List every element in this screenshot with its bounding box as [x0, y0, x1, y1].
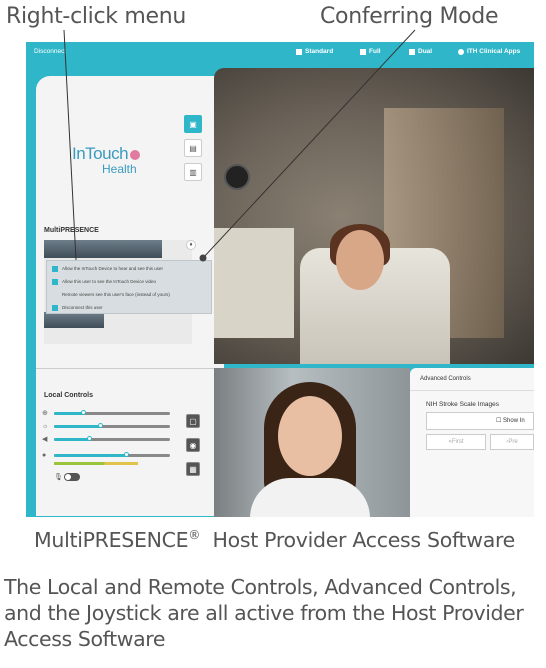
show-in-checkbox[interactable]: ☐ Show In	[496, 417, 525, 424]
checkbox-icon	[52, 278, 58, 285]
local-control-slider[interactable]: ☼	[42, 422, 170, 430]
full-icon	[360, 48, 366, 55]
mode-dual[interactable]: Dual	[409, 48, 432, 55]
participant-thumb[interactable]	[44, 312, 104, 328]
multipresence-label: MultiPRESENCE	[44, 227, 99, 234]
description: The Local and Remote Controls, Advanced …	[4, 575, 524, 651]
cloud-icon	[458, 48, 464, 55]
mode-clinical-apps[interactable]: ITH Clinical Apps	[458, 48, 520, 55]
checkbox-icon	[52, 304, 58, 311]
right-click-menu: Allow the InTouch Device to hear and see…	[46, 260, 212, 314]
camera-view-button[interactable]: ▣	[184, 115, 202, 133]
local-control-slider[interactable]: ●	[42, 451, 170, 459]
remote-video[interactable]	[214, 68, 534, 364]
previous-button[interactable]: ‹ Pre	[490, 434, 534, 450]
mode-full[interactable]: Full	[360, 48, 381, 55]
mic-toggle[interactable]	[64, 473, 80, 481]
camera-icon[interactable]: ◉	[186, 438, 200, 452]
screen-share-button[interactable]: ▤	[184, 139, 202, 157]
standard-icon	[296, 48, 302, 55]
divider	[36, 368, 214, 369]
checkbox-icon	[52, 292, 58, 298]
intouch-health-logo: InTouch Health	[72, 144, 141, 176]
menu-item-disconnect[interactable]: Disconnect this user	[47, 302, 211, 313]
local-control-slider[interactable]: ◀	[42, 436, 170, 443]
slider-knob[interactable]	[81, 410, 86, 415]
right-click-menu-callout: Right-click menu	[6, 4, 187, 29]
participant-thumb[interactable]	[44, 240, 162, 258]
disconnect-link[interactable]: Disconnect	[34, 48, 66, 55]
logo-mark-icon	[130, 149, 141, 160]
local-control-slider[interactable]: ⊕	[42, 410, 170, 417]
participant-options-icon[interactable]: ♦	[186, 240, 196, 250]
dual-icon	[409, 48, 415, 55]
nih-stroke-scale-label: NIH Stroke Scale Images	[426, 401, 499, 408]
checkbox-icon	[52, 265, 58, 272]
first-button[interactable]: « First	[426, 434, 486, 450]
brightness-icon: ☼	[42, 422, 49, 430]
advanced-controls-title: Advanced Controls	[420, 376, 471, 382]
caption: MultiPRESENCE® Host Provider Access Soft…	[34, 528, 515, 552]
zoom-icon: ⊕	[42, 410, 48, 417]
mode-standard[interactable]: Standard	[296, 48, 333, 55]
clock-icon	[224, 164, 250, 190]
slider-knob[interactable]	[86, 436, 92, 441]
menu-item-remote-viewers[interactable]: Remote viewers see this user's face (ins…	[47, 289, 211, 300]
advanced-controls-panel: Advanced Controls NIH Stroke Scale Image…	[410, 368, 534, 517]
mic-icon: 🎙	[54, 474, 63, 481]
conferring-mode-callout: Conferring Mode	[320, 4, 499, 29]
audio-level-meter	[54, 462, 138, 465]
snapshot-button[interactable]: ▢	[186, 414, 200, 428]
local-video[interactable]	[214, 368, 410, 517]
local-controls-label: Local Controls	[44, 392, 94, 399]
menu-item-allow-hear[interactable]: Allow the InTouch Device to hear and see…	[47, 263, 211, 274]
app-window: Disconnect Standard Full Dual ITH Clinic…	[26, 42, 534, 517]
menu-item-allow-see[interactable]: Allow this user to see the InTouch Devic…	[47, 276, 211, 287]
mic-icon: ●	[42, 451, 47, 459]
top-bar: Disconnect Standard Full Dual ITH Clinic…	[26, 42, 534, 62]
record-button[interactable]: ▦	[186, 462, 200, 476]
slider-knob[interactable]	[123, 452, 129, 457]
document-button[interactable]: ▥	[184, 163, 202, 181]
speaker-icon: ◀	[42, 436, 48, 443]
